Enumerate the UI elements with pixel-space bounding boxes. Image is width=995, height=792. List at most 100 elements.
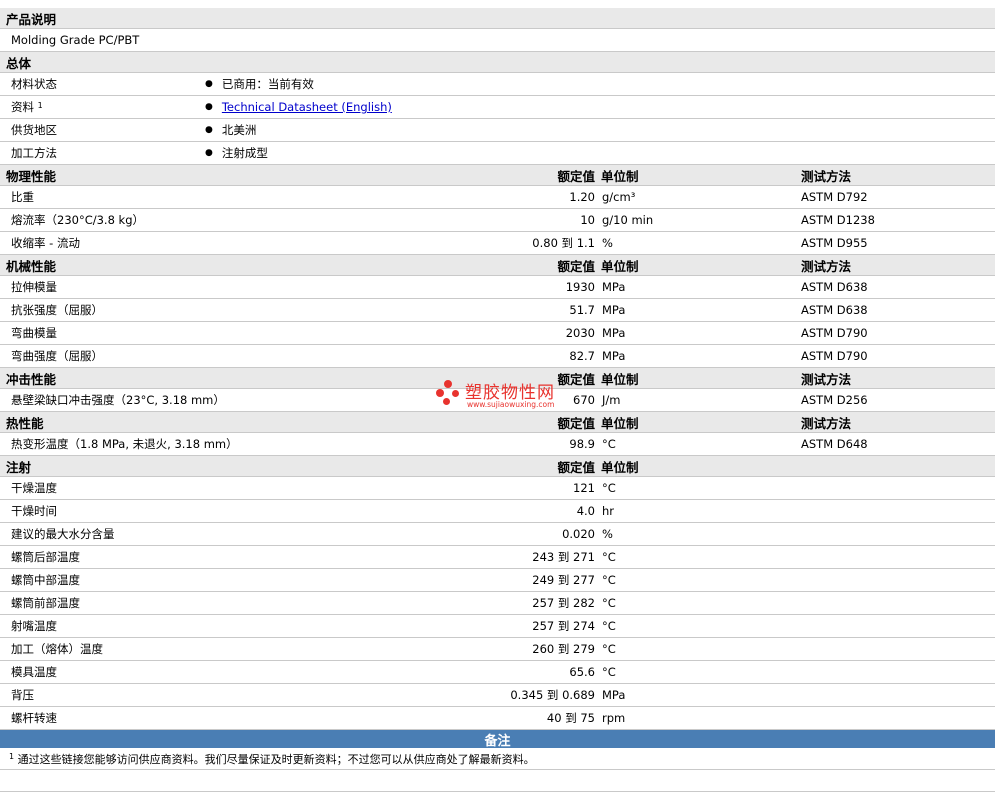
table-row: 材料状态 ● 已商用：当前有效: [0, 73, 995, 96]
property-label: 射嘴温度: [11, 615, 57, 637]
table-row: 干燥温度 121 °C: [0, 477, 995, 500]
nominal-value: 260 到 279: [532, 642, 595, 656]
bullet-icon: ●: [205, 79, 213, 89]
unit-value: %: [602, 236, 613, 250]
unit-value: °C: [602, 642, 616, 656]
section-title: 注射: [6, 459, 32, 475]
section-header: 热性能 额定值 单位制 测试方法: [0, 412, 995, 433]
property-label: 供货地区: [11, 119, 57, 141]
table-row: 干燥时间 4.0 hr: [0, 500, 995, 523]
table-row: 拉伸模量 1930 MPa ASTM D638: [0, 276, 995, 299]
property-label: 螺杆转速: [11, 707, 57, 729]
property-label: 背压: [11, 684, 34, 706]
table-row: 弯曲模量 2030 MPa ASTM D790: [0, 322, 995, 345]
nominal-value: 121: [573, 481, 595, 495]
nominal-value: 2030: [565, 326, 595, 340]
unit-value: MPa: [602, 303, 626, 317]
table-row: 螺杆转速 40 到 75 rpm: [0, 707, 995, 730]
unit-value: °C: [602, 665, 616, 679]
unit-value: °C: [602, 619, 616, 633]
property-label-text: Molding Grade PC/PBT: [11, 33, 140, 47]
property-label-text: 供货地区: [11, 123, 57, 137]
nominal-value: 1930: [565, 280, 595, 294]
column-header-value: 额定值: [557, 459, 595, 475]
nominal-value: 40 到 75: [546, 711, 595, 725]
watermark-url: www.sujiaowuxing.com: [467, 400, 555, 409]
property-label: 收缩率 - 流动: [11, 232, 80, 254]
column-header-test: 测试方法: [801, 258, 852, 274]
bullet-value: ● 北美洲: [205, 119, 256, 141]
property-label: Molding Grade PC/PBT: [11, 29, 139, 51]
column-header-unit: 单位制: [601, 459, 639, 475]
property-label-text: 模具温度: [11, 665, 57, 679]
unit-value: g/cm³: [602, 190, 636, 204]
watermark-logo: 塑胶物性网 www.sujiaowuxing.com: [435, 377, 565, 413]
property-label: 熔流率（230°C/3.8 kg）: [11, 209, 144, 231]
section-title: 热性能: [6, 415, 44, 431]
nominal-value: 65.6: [569, 665, 595, 679]
section-header: 注射 额定值 单位制: [0, 456, 995, 477]
section-header: 总体: [0, 52, 995, 73]
test-method: ASTM D955: [801, 236, 868, 250]
datasheet-link[interactable]: Technical Datasheet (English): [222, 100, 392, 114]
unit-value: %: [602, 527, 613, 541]
property-label-text: 背压: [11, 688, 34, 702]
test-method: ASTM D790: [801, 349, 868, 363]
property-label-text: 抗张强度（屈服）: [11, 303, 103, 317]
note-body: 通过这些链接您能够访问供应商资料。我们尽量保证及时更新资料；不过您可以从供应商处…: [17, 752, 535, 766]
property-label-text: 熔流率（230°C/3.8 kg）: [11, 213, 145, 227]
property-label-text: 螺筒中部温度: [11, 573, 80, 587]
property-label-text: 材料状态: [11, 77, 57, 91]
test-method: ASTM D790: [801, 326, 868, 340]
table-row: 抗张强度（屈服） 51.7 MPa ASTM D638: [0, 299, 995, 322]
column-header-unit: 单位制: [601, 371, 639, 387]
property-label-text: 螺筒前部温度: [11, 596, 80, 610]
bullet-value: ● 注射成型: [205, 142, 268, 164]
property-label: 材料状态: [11, 73, 57, 95]
property-label: 模具温度: [11, 661, 57, 683]
column-header-test: 测试方法: [801, 415, 852, 431]
property-label: 比重: [11, 186, 34, 208]
watermark-dots-icon: [435, 380, 461, 406]
nominal-value: 0.020: [562, 527, 595, 541]
unit-value: hr: [602, 504, 615, 518]
column-header-value: 额定值: [557, 258, 595, 274]
test-method: ASTM D256: [801, 393, 868, 407]
test-method: ASTM D792: [801, 190, 868, 204]
property-label-text: 螺筒后部温度: [11, 550, 80, 564]
notes-title: 备注: [484, 733, 511, 749]
property-label: 拉伸模量: [11, 276, 57, 298]
section-header: 物理性能 额定值 单位制 测试方法: [0, 165, 995, 186]
table-row: Molding Grade PC/PBT: [0, 29, 995, 52]
column-header-test: 测试方法: [801, 371, 852, 387]
property-label-text: 资料: [11, 100, 34, 114]
property-label-text: 螺杆转速: [11, 711, 57, 725]
section-title: 机械性能: [6, 258, 57, 274]
table-row: 热变形温度（1.8 MPa, 未退火, 3.18 mm） 98.9 °C ASTM D…: [0, 433, 995, 456]
property-label-text: 建议的最大水分含量: [11, 527, 115, 541]
property-label-text: 射嘴温度: [11, 619, 57, 633]
unit-value: MPa: [602, 688, 626, 702]
property-label-text: 加工（熔体）温度: [11, 642, 103, 656]
property-label: 弯曲强度（屈服）: [11, 345, 103, 367]
unit-value: MPa: [602, 349, 626, 363]
property-label-text: 弯曲模量: [11, 326, 57, 340]
property-label: 建议的最大水分含量: [11, 523, 115, 545]
property-label: 抗张强度（屈服）: [11, 299, 103, 321]
nominal-value: 249 到 277: [532, 573, 595, 587]
column-header-unit: 单位制: [601, 168, 639, 184]
property-label: 干燥时间: [11, 500, 57, 522]
nominal-value: 0.345 到 0.689: [510, 688, 595, 702]
property-label-text: 热变形温度（1.8 MPa, 未退火, 3.18 mm）: [11, 437, 238, 451]
unit-value: °C: [602, 437, 616, 451]
section-title: 物理性能: [6, 168, 57, 184]
property-label-text: 弯曲强度（屈服）: [11, 349, 103, 363]
section-title: 冲击性能: [6, 371, 57, 387]
bullet-value[interactable]: ● Technical Datasheet (English): [205, 96, 392, 118]
footnote-marker: 1: [37, 100, 43, 110]
table-row: 背压 0.345 到 0.689 MPa: [0, 684, 995, 707]
property-label: 干燥温度: [11, 477, 57, 499]
property-label-text: 加工方法: [11, 146, 57, 160]
bullet-text: 已商用：当前有效: [221, 77, 314, 91]
property-label: 螺筒后部温度: [11, 546, 80, 568]
